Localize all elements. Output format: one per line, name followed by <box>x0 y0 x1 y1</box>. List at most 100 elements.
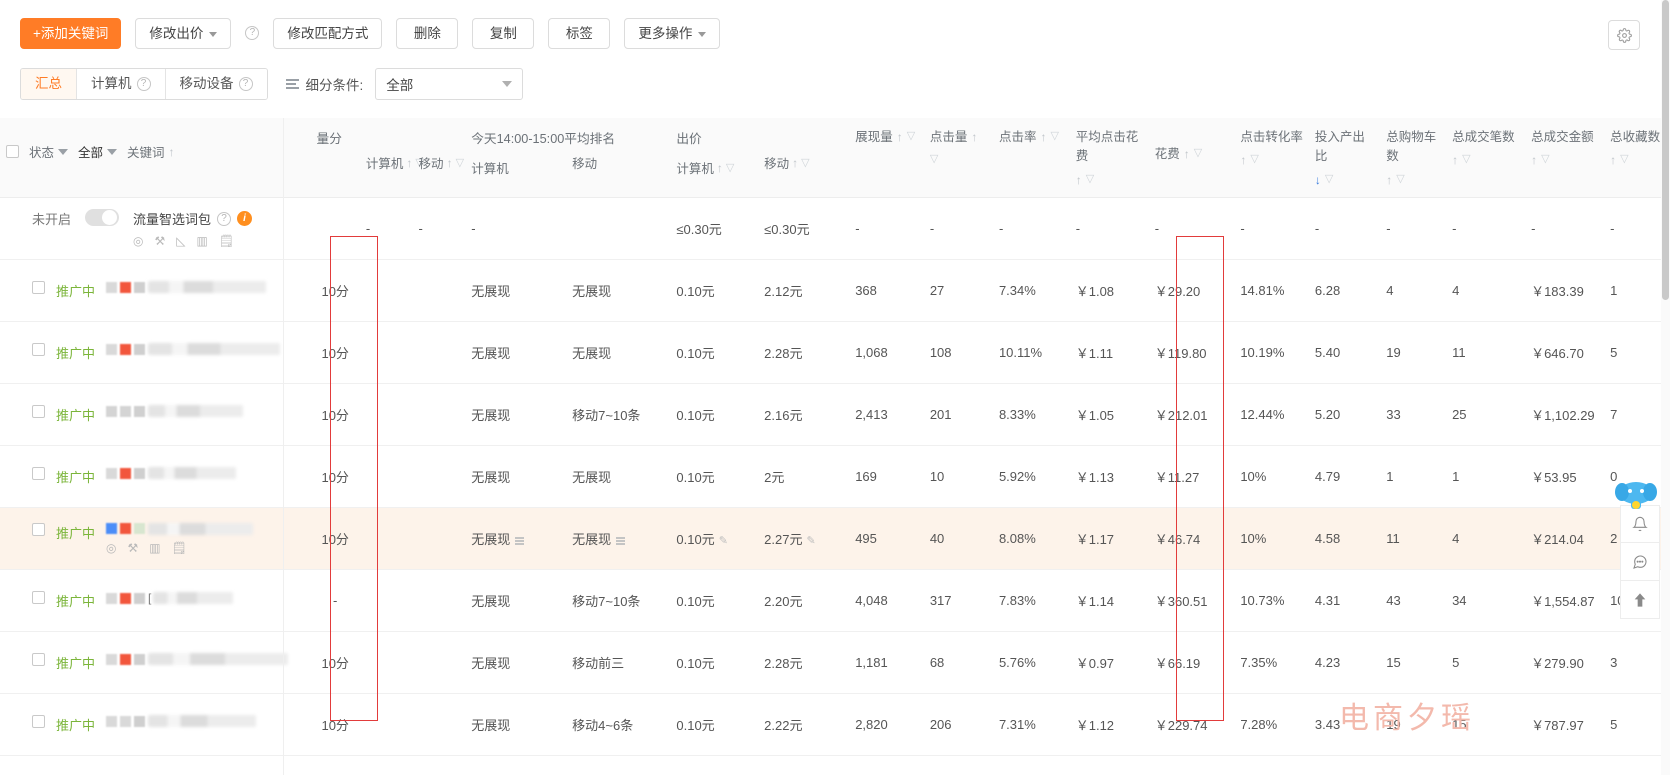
cell-avg-cpc: ￥1.13 <box>1069 445 1149 509</box>
table-row[interactable]: 推广中 10分 无展现 移动前三 0.10元 2.28元 1,181 68 5.… <box>0 631 1670 695</box>
th-impressions[interactable]: 展现量 ↑ ▽ <box>849 118 924 199</box>
th-roi[interactable]: 投入产出比 ↓ ▽ <box>1308 118 1381 199</box>
th-click-conv-rate-label: 点击转化率 <box>1240 130 1303 144</box>
more-operations-button[interactable]: 更多操作 <box>624 17 721 49</box>
enable-toggle[interactable] <box>85 209 120 227</box>
filter-icon[interactable]: ▽ <box>930 151 938 168</box>
th-amount-total[interactable]: 总成交金额 ↑ ▽ <box>1525 118 1605 199</box>
filter-icon[interactable]: ▽ <box>1250 151 1258 168</box>
row-checkbox[interactable] <box>32 281 45 295</box>
filter-icon[interactable]: ▽ <box>1325 171 1333 188</box>
cell-quality-score: 10分 <box>310 693 360 757</box>
info-badge-icon[interactable]: i <box>237 211 253 227</box>
row-tool-icons[interactable]: ◎ ⚒ ◺ ▥ 🗒 <box>133 234 252 248</box>
th-score-pc-sort[interactable]: 计算机 ↑ ▽ <box>366 153 424 172</box>
scrollbar-thumb[interactable] <box>1662 0 1669 300</box>
table-row[interactable]: 推广中 ◎ ⚒ ▥ 🗒 10分 无展现 无展现 0.10元 ✎ 2.27元 ✎ … <box>0 507 1670 571</box>
note-icon[interactable]: 🗒 <box>219 234 234 248</box>
filter-icon[interactable]: ▽ <box>907 128 915 145</box>
sort-asc-icon: ↑ <box>896 130 903 144</box>
th-score-mobile-sort[interactable]: 移动 ↑ ▽ <box>419 153 464 172</box>
add-keyword-button[interactable]: +添加关键词 <box>20 17 122 49</box>
th-avg-cpc[interactable]: 平均点击花费 ↑ ▽ <box>1069 118 1149 199</box>
edit-pencil-icon[interactable]: ✎ <box>719 535 728 547</box>
cell-bid-pc: 0.10元 <box>670 321 759 385</box>
filter-icon[interactable]: ▽ <box>801 156 809 169</box>
tools-icon[interactable]: ⚒ <box>155 234 166 248</box>
row-checkbox[interactable] <box>32 653 45 667</box>
keyword-tag-chip <box>106 523 118 535</box>
cell-quality-score: 10分 <box>310 631 360 695</box>
filter-icon[interactable]: ▽ <box>1541 151 1549 168</box>
th-clicks[interactable]: 点击量 ↑ ▽ <box>923 118 993 199</box>
share-icon[interactable]: ◺ <box>176 234 185 248</box>
note-icon[interactable]: 🗒 <box>172 541 187 555</box>
row-tool-icons[interactable]: ◎ ⚒ ▥ 🗒 <box>106 541 253 555</box>
table-row[interactable]: 未开启 流量智选词包 ? i ◎ ⚒ ◺ ▥ 🗒 - - - ≤0.30元 ≤0… <box>0 197 1670 261</box>
tools-icon[interactable]: ⚒ <box>128 541 139 555</box>
filter-icon[interactable]: ▽ <box>1086 171 1094 188</box>
row-checkbox[interactable] <box>32 715 45 729</box>
help-icon[interactable]: ? <box>245 26 260 40</box>
vertical-scrollbar[interactable] <box>1661 0 1670 775</box>
table-row[interactable]: 推广中 10分 无展现 移动7~10条 0.10元 2.16元 2,413 20… <box>0 383 1670 447</box>
row-checkbox[interactable] <box>32 591 45 605</box>
table-row[interactable]: 推广中 10分 无展现 无展现 <box>0 445 1670 509</box>
th-cart-total[interactable]: 总购物车数 ↑ ▽ <box>1380 118 1447 199</box>
table-row[interactable]: 推广中 10分 无展现 无展现 <box>0 259 1670 323</box>
cell-bid-pc: 0.10元 <box>670 569 759 633</box>
th-bid-pc-sort[interactable]: 计算机 ↑ ▽ <box>676 158 734 177</box>
tab-pc[interactable]: 计算机 ? <box>77 69 166 99</box>
table-row[interactable]: 推广中 10分 无展现 无展现 <box>0 321 1670 385</box>
th-ctr[interactable]: 点击率 ↑ ▽ <box>992 118 1070 199</box>
th-bid-mobile-sort[interactable]: 移动 ↑ ▽ <box>764 153 809 172</box>
chart-icon[interactable]: ▥ <box>149 541 160 555</box>
help-icon[interactable]: ? <box>238 77 253 91</box>
select-all-checkbox[interactable] <box>6 145 19 158</box>
row-checkbox[interactable] <box>32 522 45 536</box>
cell-ctr: 7.83% <box>992 569 1070 633</box>
tag-button[interactable]: 标签 <box>548 17 611 49</box>
all-filter[interactable]: 全部 <box>78 142 118 161</box>
keyword-table-container[interactable]: 状态 全部 关键词 ↑ 量分 计算机 ↑ ▽ 移动 ↑ ▽ 今天14:00-15… <box>0 118 1670 775</box>
filter-icon[interactable]: ▽ <box>1050 128 1058 145</box>
cell-orders-total: 4 <box>1446 259 1526 323</box>
rank-detail-icon[interactable] <box>515 537 525 545</box>
filter-icon[interactable]: ▽ <box>1194 145 1202 162</box>
filter-icon[interactable]: ▽ <box>1396 171 1404 188</box>
settings-button[interactable] <box>1608 20 1640 50</box>
target-icon[interactable]: ◎ <box>106 541 116 555</box>
filter-icon[interactable]: ▽ <box>726 161 734 174</box>
copy-button[interactable]: 复制 <box>472 17 535 49</box>
filter-icon[interactable]: ▽ <box>456 156 464 169</box>
help-icon[interactable]: ? <box>217 211 232 226</box>
filter-icon[interactable]: ▽ <box>1462 151 1470 168</box>
scroll-to-top-button[interactable] <box>1620 581 1660 619</box>
tab-mobile[interactable]: 移动设备 ? <box>165 69 267 99</box>
modify-bid-button[interactable]: 修改出价 <box>135 17 232 49</box>
table-row[interactable]: 推广中 [ - 无展现 移动7~10条 0.10元 2.20元 4,048 31… <box>0 569 1670 633</box>
filter-icon[interactable]: ▽ <box>1620 151 1628 168</box>
chart-icon[interactable]: ▥ <box>197 234 208 248</box>
cell-bid-mobile: 2元 <box>758 445 850 509</box>
row-checkbox[interactable] <box>32 405 45 419</box>
target-icon[interactable]: ◎ <box>133 234 143 248</box>
help-icon[interactable]: ? <box>136 77 151 91</box>
th-fav-total-label: 总收藏数 <box>1610 130 1661 144</box>
row-checkbox[interactable] <box>32 343 45 357</box>
delete-button[interactable]: 删除 <box>396 17 459 49</box>
edit-pencil-icon[interactable]: ✎ <box>806 535 815 547</box>
segment-condition-select[interactable]: 全部 <box>375 68 524 100</box>
cell-orders-total: 1 <box>1446 445 1526 509</box>
feedback-button[interactable] <box>1620 543 1660 581</box>
row-checkbox[interactable] <box>32 467 45 481</box>
th-status-label: 状态 <box>29 146 55 160</box>
th-click-conv-rate[interactable]: 点击转化率 ↑ ▽ <box>1234 118 1309 199</box>
modify-match-type-button[interactable]: 修改匹配方式 <box>273 17 383 49</box>
th-cost[interactable]: 花费 ↑ ▽ <box>1148 118 1235 199</box>
status-filter[interactable]: 状态 <box>29 142 69 161</box>
tab-summary[interactable]: 汇总 <box>21 69 77 99</box>
keyword-sort[interactable]: 关键词 ↑ <box>127 142 175 161</box>
th-orders-total[interactable]: 总成交笔数 ↑ ▽ <box>1446 118 1526 199</box>
rank-detail-icon[interactable] <box>616 537 626 545</box>
